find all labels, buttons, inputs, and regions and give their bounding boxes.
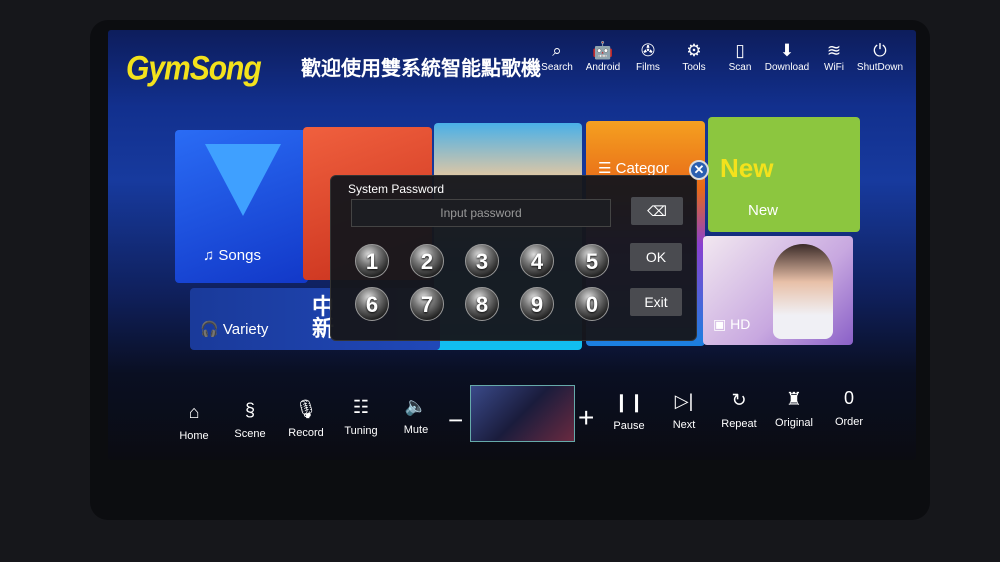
key-6[interactable]: 6 <box>355 287 389 321</box>
home-icon: ⌂ <box>188 402 200 422</box>
music-note-icon: ♫ <box>203 247 215 264</box>
welcome-title: 歡迎使用雙系統智能點歌機 <box>301 58 541 80</box>
repeat-icon: ↻ <box>731 390 747 410</box>
order-count-icon: 0 <box>843 388 854 408</box>
system-password-dialog: System Password Input password ⌫ OK Exit… <box>330 175 697 341</box>
dialog-title: System Password <box>348 182 445 196</box>
gymsong-logo: GymSong <box>126 49 262 88</box>
next-icon: ▷| <box>674 391 694 411</box>
key-1[interactable]: 1 <box>355 244 389 278</box>
password-input[interactable]: Input password <box>351 199 611 227</box>
model-photo <box>773 244 833 339</box>
original-button[interactable]: ♜ Original <box>766 387 822 429</box>
button-label: Next <box>672 419 696 431</box>
toolbar-shutdown-button[interactable]: ⏻ ShutDown <box>852 40 908 73</box>
video-preview-thumbnail[interactable] <box>470 385 575 442</box>
next-button[interactable]: ▷| Next <box>656 389 712 431</box>
karaoke-screen: GymSong 歡迎使用雙系統智能點歌機 ♫ Songs ☰ Categor N… <box>108 30 916 460</box>
order-button[interactable]: 0 Order <box>821 386 877 428</box>
volume-up-button[interactable]: + <box>578 402 594 434</box>
home-button[interactable]: ⌂ Home <box>166 400 222 442</box>
key-2[interactable]: 2 <box>410 244 444 278</box>
mute-button[interactable]: 🔈 Mute <box>388 394 444 436</box>
ok-button[interactable]: OK <box>630 243 682 271</box>
scene-button[interactable]: § Scene <box>222 398 278 440</box>
variety-chinese-text: 中 新 <box>312 294 335 341</box>
key-7[interactable]: 7 <box>410 287 444 321</box>
button-label: Tuning <box>344 425 378 437</box>
button-label: Pause <box>613 420 645 432</box>
hd-label: HD <box>730 316 751 332</box>
button-label: Home <box>179 430 209 442</box>
backspace-button[interactable]: ⌫ <box>631 197 683 225</box>
button-label: Record <box>288 427 324 439</box>
scene-icon: § <box>244 400 255 420</box>
close-dialog-button[interactable]: ✕ <box>689 160 709 180</box>
button-label: Original <box>775 417 813 429</box>
variety-label: Variety <box>222 321 269 338</box>
triangle-graphic <box>205 144 281 216</box>
headphones-icon: 🎧 <box>200 321 219 338</box>
button-label: Mute <box>403 424 429 436</box>
toolbar-label: ShutDown <box>856 62 904 73</box>
volume-down-button[interactable]: − <box>448 405 463 436</box>
tuning-button[interactable]: ☷ Tuning <box>333 395 389 437</box>
key-4[interactable]: 4 <box>520 244 554 278</box>
record-button[interactable]: 🎙 Record <box>278 397 334 439</box>
pause-button[interactable]: ❙❙ Pause <box>601 390 657 432</box>
new-label: New <box>748 202 779 219</box>
repeat-button[interactable]: ↻ Repeat <box>711 388 767 430</box>
speaker-icon: 🔈 <box>404 396 428 416</box>
exit-button[interactable]: Exit <box>630 288 682 316</box>
original-vocal-icon: ♜ <box>785 389 803 409</box>
backspace-icon: ⌫ <box>647 203 667 219</box>
songs-tile[interactable]: ♫ Songs <box>175 130 308 283</box>
songs-label: Songs <box>218 247 261 264</box>
button-label: Scene <box>234 428 266 440</box>
button-label: Repeat <box>721 418 757 430</box>
key-3[interactable]: 3 <box>465 244 499 278</box>
microphone-icon: 🎙 <box>294 399 318 419</box>
key-9[interactable]: 9 <box>520 287 554 321</box>
key-8[interactable]: 8 <box>465 287 499 321</box>
new-tile[interactable]: New New <box>708 117 860 232</box>
hd-tile[interactable]: ▣ HD <box>703 236 853 345</box>
power-icon: ⏻ <box>873 41 887 60</box>
pause-icon: ❙❙ <box>613 392 645 412</box>
new-logo: New <box>720 153 774 183</box>
key-0[interactable]: 0 <box>575 287 609 321</box>
button-label: Order <box>834 416 864 428</box>
key-5[interactable]: 5 <box>575 244 609 278</box>
film-icon: ▣ <box>713 316 727 332</box>
tuning-icon: ☷ <box>352 397 370 417</box>
